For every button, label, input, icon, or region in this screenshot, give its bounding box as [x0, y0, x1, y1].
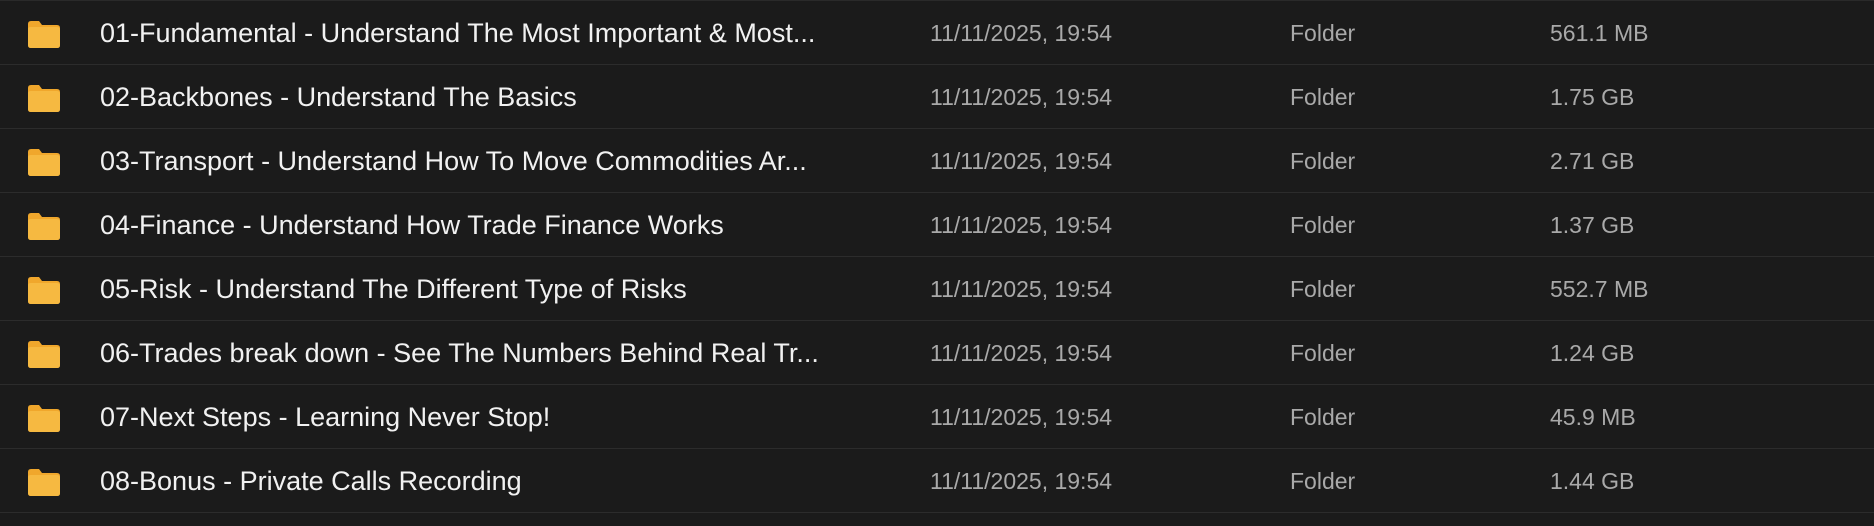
item-size: 552.7 MB — [1550, 276, 1649, 302]
modified-date: 11/11/2025, 19:54 — [930, 84, 1113, 110]
folder-name: 03-Transport - Understand How To Move Co… — [100, 146, 807, 176]
item-size: 45.9 MB — [1550, 404, 1636, 430]
folder-name: 04-Finance - Understand How Trade Financ… — [100, 210, 724, 240]
folder-icon — [26, 466, 62, 498]
modified-date: 11/11/2025, 19:54 — [930, 212, 1113, 238]
item-size: 1.75 GB — [1550, 84, 1635, 110]
folder-row[interactable]: 07-Next Steps - Learning Never Stop! 11/… — [0, 385, 1874, 449]
item-kind: Folder — [1290, 404, 1356, 430]
folder-row[interactable]: 05-Risk - Understand The Different Type … — [0, 257, 1874, 321]
folder-row[interactable]: 01-Fundamental - Understand The Most Imp… — [0, 1, 1874, 65]
item-size: 1.24 GB — [1550, 340, 1635, 366]
folder-row[interactable]: 06-Trades break down - See The Numbers B… — [0, 321, 1874, 385]
modified-date: 11/11/2025, 19:54 — [930, 404, 1113, 430]
item-kind: Folder — [1290, 212, 1356, 238]
item-size: 561.1 MB — [1550, 20, 1649, 46]
folder-icon — [26, 274, 62, 306]
folder-row[interactable]: 03-Transport - Understand How To Move Co… — [0, 129, 1874, 193]
folder-row[interactable]: 04-Finance - Understand How Trade Financ… — [0, 193, 1874, 257]
modified-date: 11/11/2025, 19:54 — [930, 20, 1113, 46]
item-size: 1.44 GB — [1550, 468, 1635, 494]
folder-icon — [26, 82, 62, 114]
item-kind: Folder — [1290, 84, 1356, 110]
folder-icon — [26, 18, 62, 50]
folder-name: 02-Backbones - Understand The Basics — [100, 82, 577, 112]
modified-date: 11/11/2025, 19:54 — [930, 148, 1113, 174]
item-size: 2.71 GB — [1550, 148, 1635, 174]
item-size: 1.37 GB — [1550, 212, 1635, 238]
folder-name: 06-Trades break down - See The Numbers B… — [100, 338, 819, 368]
folder-name: 05-Risk - Understand The Different Type … — [100, 274, 687, 304]
folder-icon — [26, 402, 62, 434]
folder-row[interactable]: 02-Backbones - Understand The Basics 11/… — [0, 65, 1874, 129]
folder-icon — [26, 210, 62, 242]
folder-icon — [26, 146, 62, 178]
item-kind: Folder — [1290, 340, 1356, 366]
folder-name: 07-Next Steps - Learning Never Stop! — [100, 402, 551, 432]
item-kind: Folder — [1290, 148, 1356, 174]
file-list: 01-Fundamental - Understand The Most Imp… — [0, 0, 1874, 526]
folder-name: 01-Fundamental - Understand The Most Imp… — [100, 18, 816, 48]
modified-date: 11/11/2025, 19:54 — [930, 276, 1113, 302]
item-kind: Folder — [1290, 468, 1356, 494]
folder-icon — [26, 338, 62, 370]
item-kind: Folder — [1290, 20, 1356, 46]
folder-row[interactable]: 08-Bonus - Private Calls Recording 11/11… — [0, 449, 1874, 513]
modified-date: 11/11/2025, 19:54 — [930, 468, 1113, 494]
modified-date: 11/11/2025, 19:54 — [930, 340, 1113, 366]
folder-name: 08-Bonus - Private Calls Recording — [100, 466, 522, 496]
item-kind: Folder — [1290, 276, 1356, 302]
